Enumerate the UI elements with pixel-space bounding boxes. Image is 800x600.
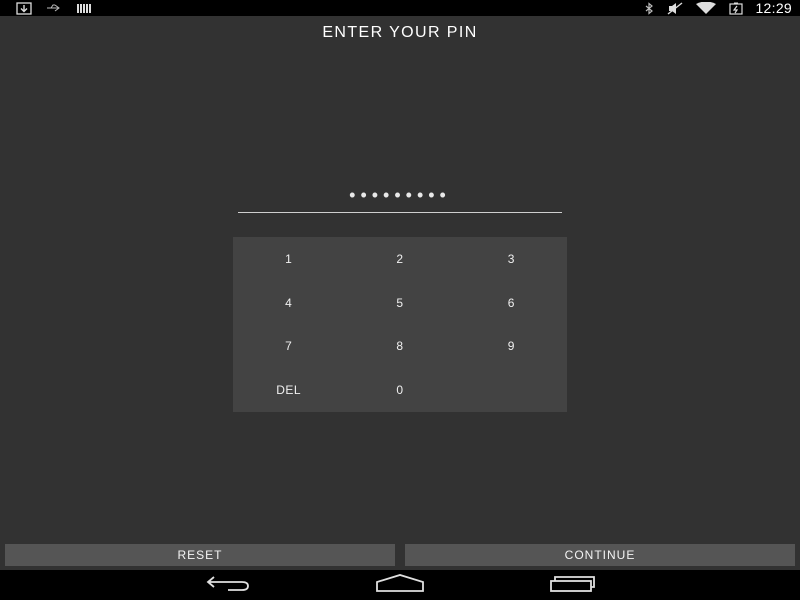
back-button[interactable]: [200, 574, 256, 596]
continue-button[interactable]: CONTINUE: [405, 544, 795, 566]
page-title: ENTER YOUR PIN: [322, 24, 478, 41]
clock: 12:29: [755, 0, 792, 16]
recent-apps-button[interactable]: [544, 574, 600, 596]
key-1[interactable]: 1: [233, 237, 344, 281]
pin-underline: [238, 212, 562, 213]
mute-icon: [667, 0, 683, 16]
status-bar: 12:29: [0, 0, 800, 16]
pin-input[interactable]: •••••••••: [238, 182, 562, 214]
home-button[interactable]: [372, 573, 428, 597]
key-8[interactable]: 8: [344, 325, 455, 369]
key-6[interactable]: 6: [456, 281, 567, 325]
key-4[interactable]: 4: [233, 281, 344, 325]
wifi-icon: [695, 0, 717, 16]
key-2[interactable]: 2: [344, 237, 455, 281]
usb-icon: [46, 0, 62, 16]
keyboard-icon: [76, 0, 92, 16]
keypad: 1 2 3 4 5 6 7 8 9 DEL 0: [233, 237, 567, 412]
key-0[interactable]: 0: [344, 368, 455, 412]
delete-key[interactable]: DEL: [233, 368, 344, 412]
navigation-bar: [0, 570, 800, 600]
empty-key: [456, 368, 567, 412]
key-3[interactable]: 3: [456, 237, 567, 281]
key-7[interactable]: 7: [233, 325, 344, 369]
key-5[interactable]: 5: [344, 281, 455, 325]
download-icon: [16, 0, 32, 16]
back-icon: [204, 574, 252, 597]
battery-icon: [729, 0, 744, 16]
key-9[interactable]: 9: [456, 325, 567, 369]
pin-mask: •••••••••: [349, 185, 451, 205]
reset-button[interactable]: RESET: [5, 544, 395, 566]
bluetooth-icon: [643, 0, 655, 16]
home-icon: [375, 573, 425, 597]
recent-apps-icon: [548, 574, 596, 597]
